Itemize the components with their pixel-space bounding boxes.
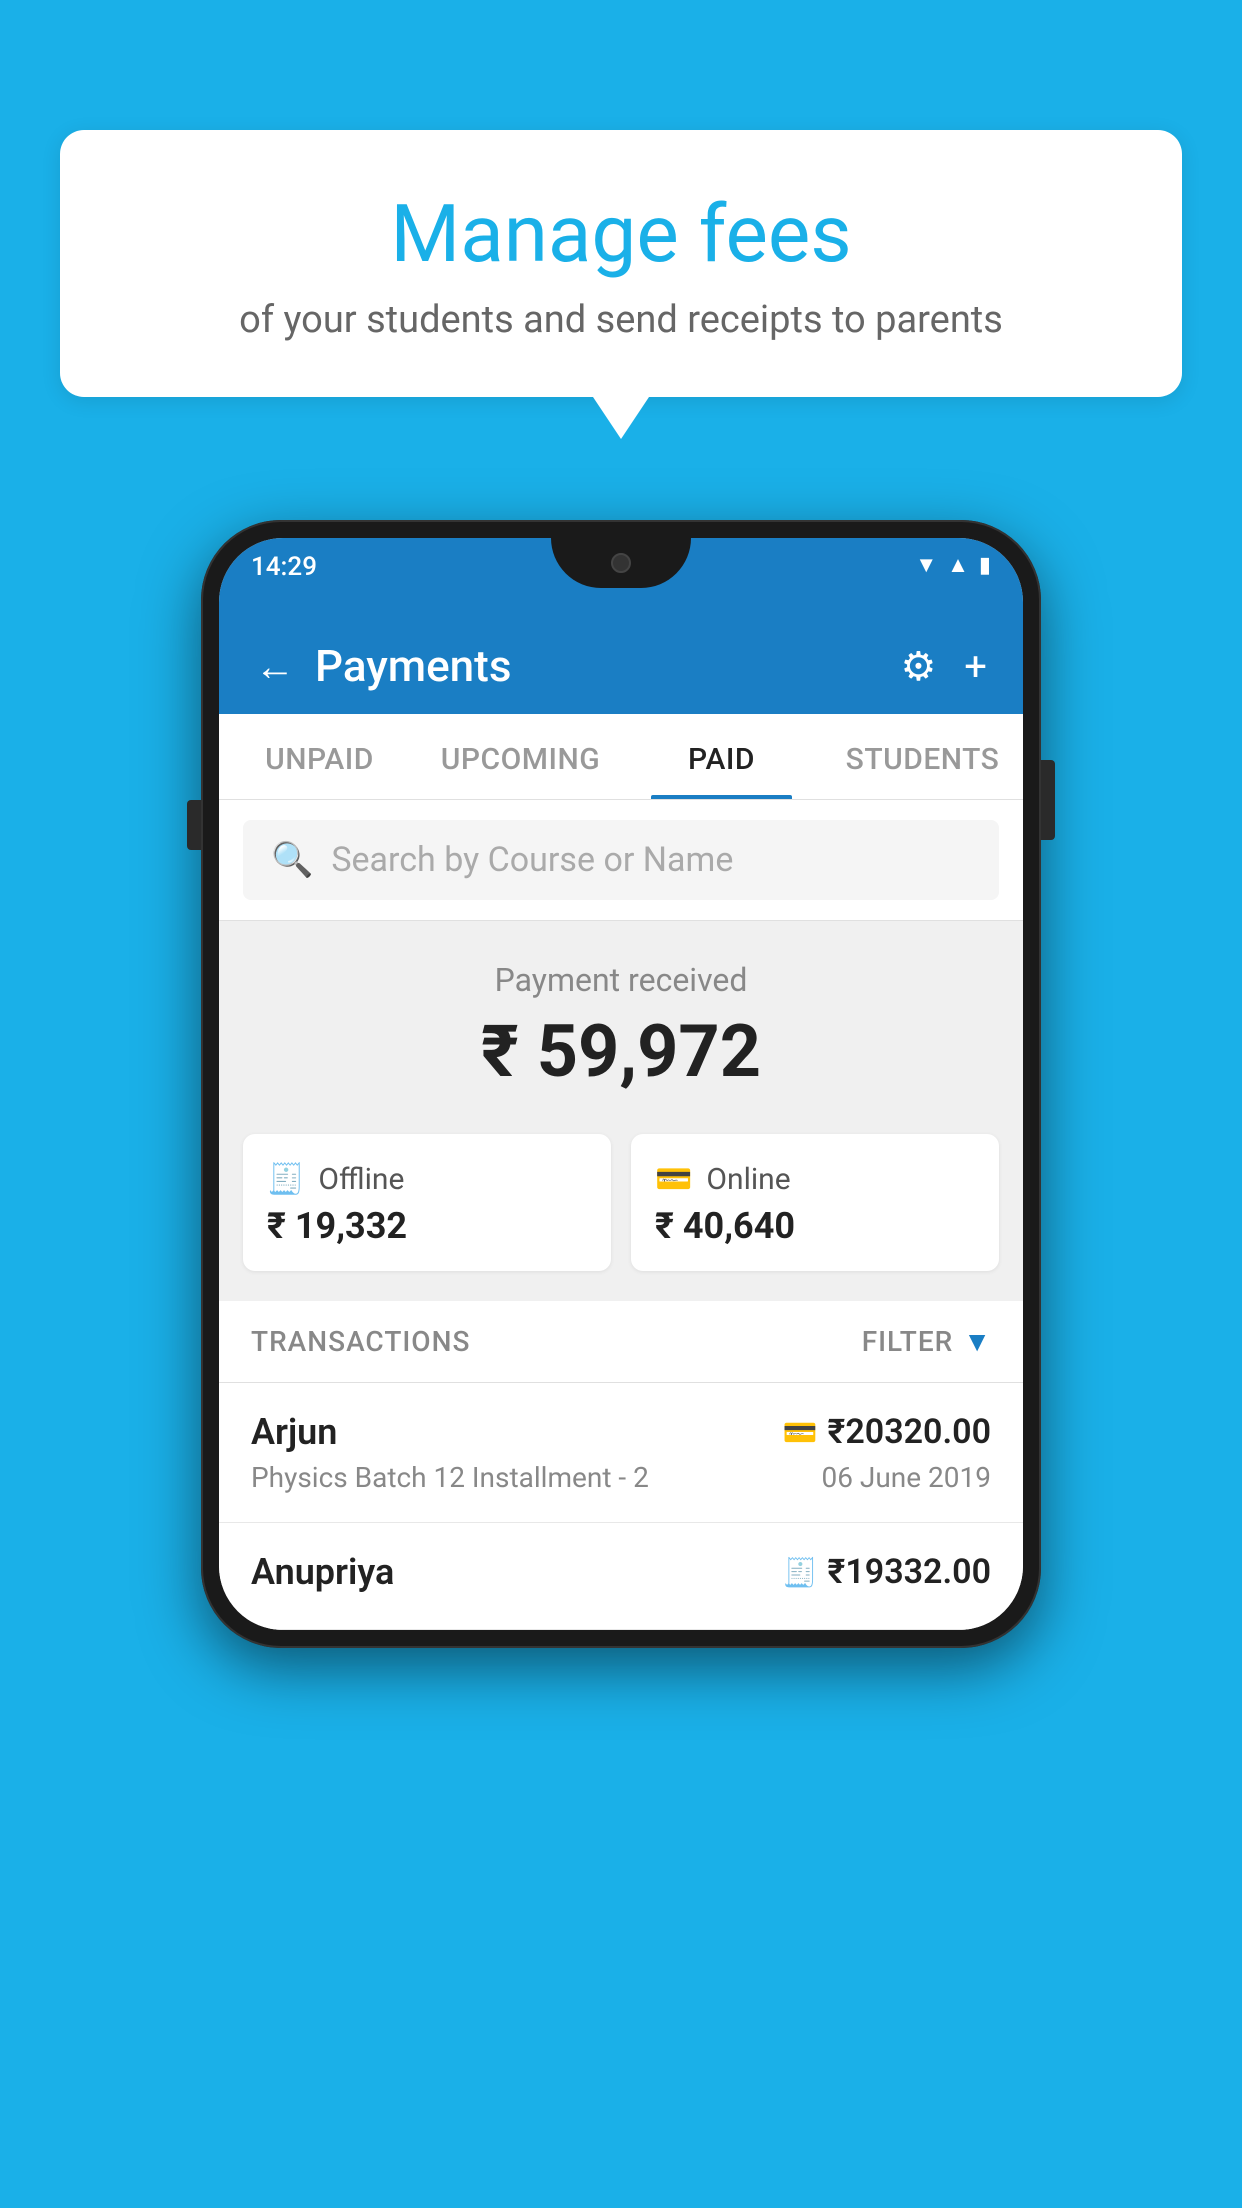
search-container: 🔍 Search by Course or Name [219,800,1023,921]
offline-amount: ₹ 19,332 [267,1205,407,1247]
transaction-item-anupriya[interactable]: Anupriya 🧾 ₹19332.00 [219,1523,1023,1630]
status-time: 14:29 [251,552,317,582]
bubble-title: Manage fees [140,190,1102,278]
online-card: 💳 Online ₹ 40,640 [631,1134,999,1271]
filter-label: FILTER [862,1325,954,1358]
online-card-header: 💳 Online [655,1162,791,1197]
status-icons: ▼ ▲ ▮ [915,552,991,578]
header-right: ⚙ + [900,643,987,690]
online-amount: ₹ 40,640 [655,1205,795,1247]
transaction-date: 06 June 2019 [821,1461,991,1494]
status-bar: 14:29 ▼ ▲ ▮ [219,538,1023,618]
transaction-item-arjun[interactable]: Arjun 💳 ₹20320.00 Physics Batch 12 Insta… [219,1383,1023,1523]
transactions-header: TRANSACTIONS FILTER ▼ [219,1301,1023,1383]
speech-bubble-container: Manage fees of your students and send re… [60,130,1182,397]
offline-card-header: 🧾 Offline [267,1162,404,1197]
app-header: ← Payments ⚙ + [219,618,1023,714]
transaction-name-2: Anupriya [251,1551,394,1593]
payment-received-amount: ₹ 59,972 [219,1009,1023,1094]
transaction-top-row: Arjun 💳 ₹20320.00 [251,1411,991,1453]
search-box[interactable]: 🔍 Search by Course or Name [243,820,999,900]
phone-mockup: 14:29 ▼ ▲ ▮ ← Payments ⚙ + [201,520,1041,1648]
camera [611,553,631,573]
phone-outer: 14:29 ▼ ▲ ▮ ← Payments ⚙ + [201,520,1041,1648]
online-icon: 💳 [655,1162,692,1197]
battery-icon: ▮ [979,553,991,578]
transaction-top-row-2: Anupriya 🧾 ₹19332.00 [251,1551,991,1593]
tab-upcoming[interactable]: UPCOMING [420,714,621,799]
settings-icon[interactable]: ⚙ [900,643,936,690]
filter-button[interactable]: FILTER ▼ [862,1325,991,1358]
header-title: Payments [315,640,511,692]
add-icon[interactable]: + [964,643,987,690]
header-left: ← Payments [255,640,511,692]
payment-mode-icon: 💳 [783,1416,818,1449]
payment-received-label: Payment received [219,961,1023,999]
offline-label: Offline [318,1162,404,1197]
transaction-name: Arjun [251,1411,337,1453]
payment-cards: 🧾 Offline ₹ 19,332 💳 Online ₹ 40,640 [219,1124,1023,1301]
signal-icon: ▲ [947,552,969,578]
transaction-amount: ₹20320.00 [828,1412,991,1452]
speech-bubble: Manage fees of your students and send re… [60,130,1182,397]
tab-students[interactable]: STUDENTS [822,714,1023,799]
transaction-amount-2: ₹19332.00 [828,1552,991,1592]
phone-screen: 14:29 ▼ ▲ ▮ ← Payments ⚙ + [219,538,1023,1630]
notch [551,538,691,588]
offline-icon: 🧾 [267,1162,304,1197]
filter-icon: ▼ [963,1325,991,1358]
back-button[interactable]: ← [255,643,295,690]
transaction-bottom-row: Physics Batch 12 Installment - 2 06 June… [251,1461,991,1494]
bubble-subtitle: of your students and send receipts to pa… [140,298,1102,342]
tabs-bar: UNPAID UPCOMING PAID STUDENTS [219,714,1023,800]
offline-card: 🧾 Offline ₹ 19,332 [243,1134,611,1271]
transactions-label: TRANSACTIONS [251,1325,470,1358]
transaction-course: Physics Batch 12 Installment - 2 [251,1461,649,1494]
search-icon: 🔍 [271,840,313,880]
tab-unpaid[interactable]: UNPAID [219,714,420,799]
online-label: Online [706,1162,790,1197]
transaction-amount-row: 💳 ₹20320.00 [783,1412,991,1452]
payment-mode-icon-2: 🧾 [783,1556,818,1589]
search-placeholder: Search by Course or Name [331,840,733,880]
transaction-amount-row-2: 🧾 ₹19332.00 [783,1552,991,1592]
tab-paid[interactable]: PAID [621,714,822,799]
wifi-icon: ▼ [915,552,937,578]
payment-received-section: Payment received ₹ 59,972 [219,921,1023,1124]
